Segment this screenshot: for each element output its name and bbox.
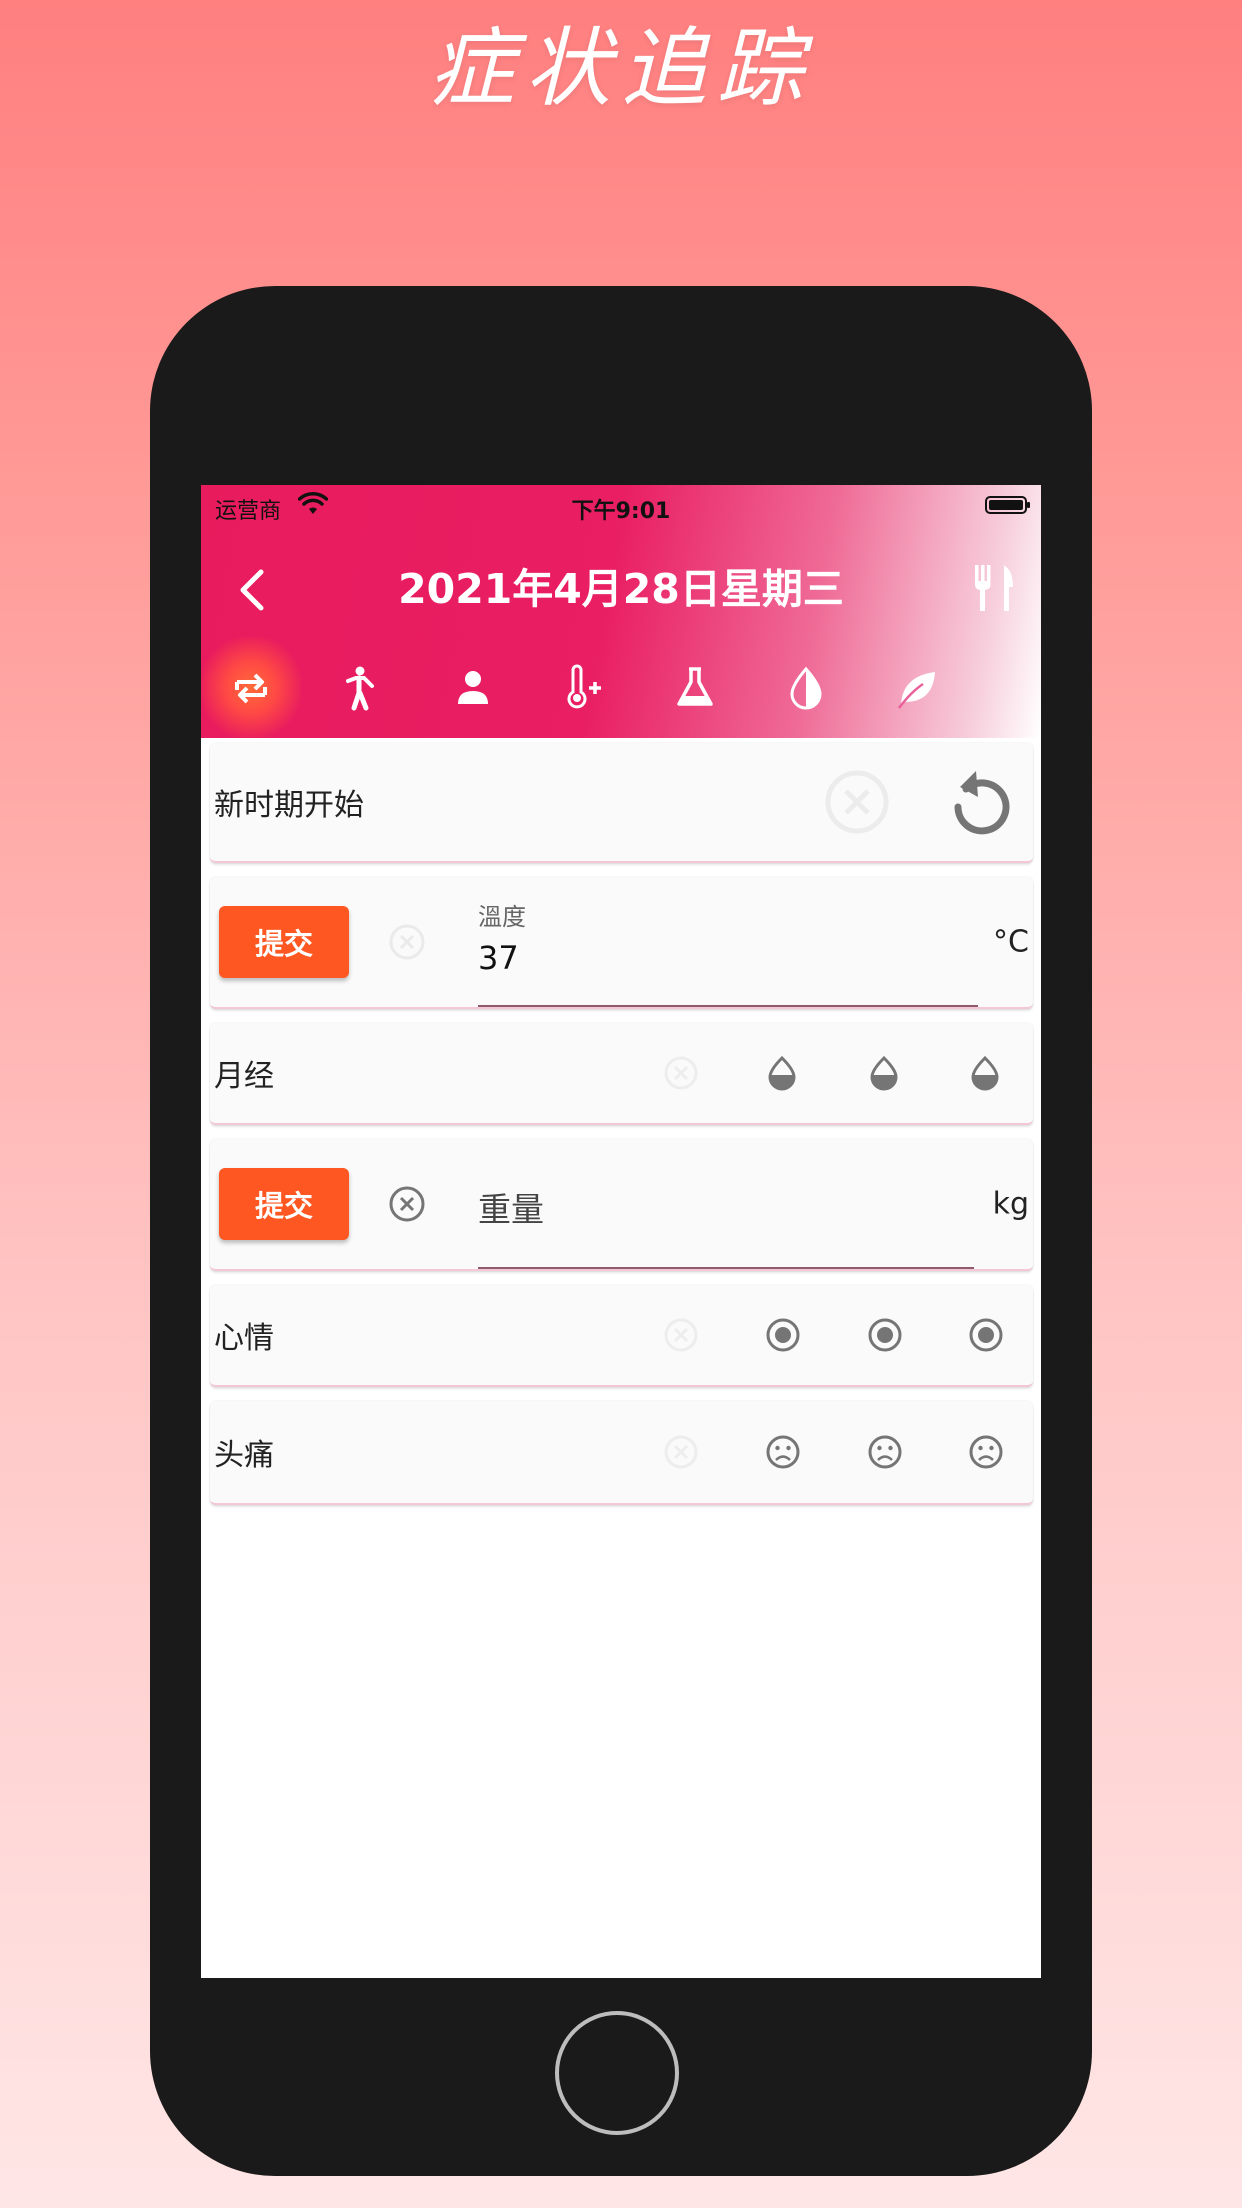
sad-face-icon[interactable] <box>968 1434 1004 1470</box>
weight-input[interactable]: 重量 <box>478 1183 544 1231</box>
thermometer-plus-icon <box>567 664 601 708</box>
radio-selected-icon[interactable] <box>968 1317 1004 1353</box>
headache-label: 头痛 <box>214 1438 274 1473</box>
headache-card: 头痛 <box>210 1401 1033 1505</box>
sad-face-icon[interactable] <box>867 1434 903 1470</box>
new-period-card: 新时期开始 <box>210 743 1033 863</box>
clear-icon[interactable] <box>824 769 890 835</box>
promo-title: 症状追踪 <box>429 18 813 119</box>
temperature-caption: 溫度 <box>478 903 526 931</box>
home-button[interactable] <box>555 2011 679 2135</box>
weight-unit: kg <box>992 1186 1029 1222</box>
tab-nature[interactable] <box>867 637 967 738</box>
clear-icon[interactable] <box>663 1434 699 1470</box>
clear-icon[interactable] <box>388 923 426 961</box>
weight-submit-button[interactable]: 提交 <box>219 1168 349 1240</box>
clear-icon[interactable] <box>663 1317 699 1353</box>
mood-card: 心情 <box>210 1285 1033 1387</box>
half-drop-icon[interactable] <box>968 1055 1002 1091</box>
temperature-input[interactable]: 37 <box>478 939 519 977</box>
new-period-label: 新时期开始 <box>214 788 364 823</box>
temperature-card: 提交 溫度 37 °C <box>210 877 1033 1009</box>
swap-icon <box>235 673 267 703</box>
flask-icon <box>677 666 713 706</box>
category-tabs <box>201 637 1041 738</box>
walking-person-icon <box>346 666 374 710</box>
half-drop-icon[interactable] <box>867 1055 901 1091</box>
tab-person[interactable] <box>423 637 523 738</box>
app-screen: 运营商 下午9:01 2021年4月28日星期三 新时期开始 提交 溫度 37 … <box>201 485 1041 1978</box>
sad-face-icon[interactable] <box>765 1434 801 1470</box>
tab-flow[interactable] <box>756 637 856 738</box>
battery-icon <box>985 496 1030 514</box>
app-header: 运营商 下午9:01 2021年4月28日星期三 <box>201 485 1041 738</box>
restart-icon[interactable] <box>946 765 1012 839</box>
temperature-unit: °C <box>993 924 1029 960</box>
temperature-underline <box>478 1005 978 1007</box>
tab-swap[interactable] <box>201 637 301 738</box>
clear-icon[interactable] <box>663 1055 699 1091</box>
tab-activity[interactable] <box>312 637 412 738</box>
temperature-submit-button[interactable]: 提交 <box>219 906 349 978</box>
page-title: 2021年4月28日星期三 <box>398 565 844 613</box>
fork-knife-icon[interactable] <box>969 557 1019 617</box>
leaf-icon <box>898 671 935 709</box>
weight-underline <box>478 1267 974 1269</box>
mood-label: 心情 <box>214 1321 274 1356</box>
clear-icon[interactable] <box>388 1185 426 1223</box>
tab-temperature[interactable] <box>534 637 634 738</box>
weight-card: 提交 重量 kg <box>210 1139 1033 1271</box>
radio-selected-icon[interactable] <box>867 1317 903 1353</box>
radio-selected-icon[interactable] <box>765 1317 801 1353</box>
half-drop-icon <box>790 666 822 709</box>
half-drop-icon[interactable] <box>765 1055 799 1091</box>
person-icon <box>458 670 488 704</box>
menstruation-label: 月经 <box>214 1059 274 1094</box>
menstruation-card: 月经 <box>210 1023 1033 1125</box>
status-bar: 运营商 下午9:01 <box>201 485 1041 527</box>
tab-lab[interactable] <box>645 637 745 738</box>
status-time: 下午9:01 <box>571 499 671 524</box>
